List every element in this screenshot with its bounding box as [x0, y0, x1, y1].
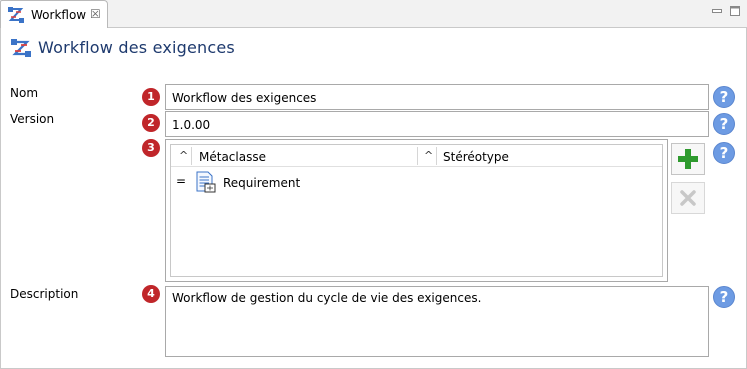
column-divider	[436, 147, 437, 165]
tab-workflow[interactable]: Workflow ☒	[0, 0, 108, 29]
tab-bar: Workflow ☒	[0, 0, 747, 29]
help-icon[interactable]: ?	[713, 86, 735, 108]
page-title: Workflow des exigences	[38, 38, 235, 57]
tab-label: Workflow	[31, 8, 87, 22]
workflow-icon	[8, 7, 24, 23]
table-header: ^ Métaclasse ^ Stéréotype	[171, 145, 662, 167]
description-textarea[interactable]: Workflow de gestion du cycle de vie des …	[165, 286, 709, 357]
add-button[interactable]	[671, 143, 705, 175]
step-badge-1: 1	[142, 88, 160, 106]
column-divider	[417, 147, 418, 165]
minimize-icon[interactable]	[712, 6, 722, 16]
row-metaclass[interactable]: Requirement	[223, 176, 300, 190]
nom-label: Nom	[10, 86, 39, 100]
help-icon[interactable]: ?	[713, 286, 735, 308]
column-header-stereotype[interactable]: Stéréotype	[443, 150, 509, 164]
metaclass-table-frame: ^ Métaclasse ^ Stéréotype = Requirement	[165, 139, 668, 282]
column-header-metaclass[interactable]: Métaclasse	[199, 150, 266, 164]
step-badge-4: 4	[142, 285, 160, 303]
maximize-icon[interactable]	[730, 6, 740, 16]
sort-icon[interactable]: ^	[424, 149, 433, 162]
version-label: Version	[10, 112, 55, 126]
column-divider	[191, 147, 192, 165]
sort-icon[interactable]: ^	[179, 149, 188, 162]
nom-input[interactable]: Workflow des exigences	[165, 84, 709, 110]
step-badge-3: 3	[142, 139, 160, 157]
description-label: Description	[10, 287, 79, 301]
help-icon[interactable]: ?	[713, 142, 735, 164]
metaclass-table[interactable]: ^ Métaclasse ^ Stéréotype = Requirement	[170, 144, 663, 277]
help-icon[interactable]: ?	[713, 113, 735, 135]
workflow-icon	[11, 39, 31, 57]
close-icon[interactable]: ☒	[90, 7, 101, 21]
close-icon	[680, 190, 696, 206]
requirement-icon	[196, 171, 216, 193]
plus-icon	[678, 149, 698, 169]
row-marker: =	[176, 174, 187, 188]
step-badge-2: 2	[142, 114, 160, 132]
version-input[interactable]: 1.0.00	[165, 111, 709, 137]
delete-button[interactable]	[671, 182, 705, 214]
